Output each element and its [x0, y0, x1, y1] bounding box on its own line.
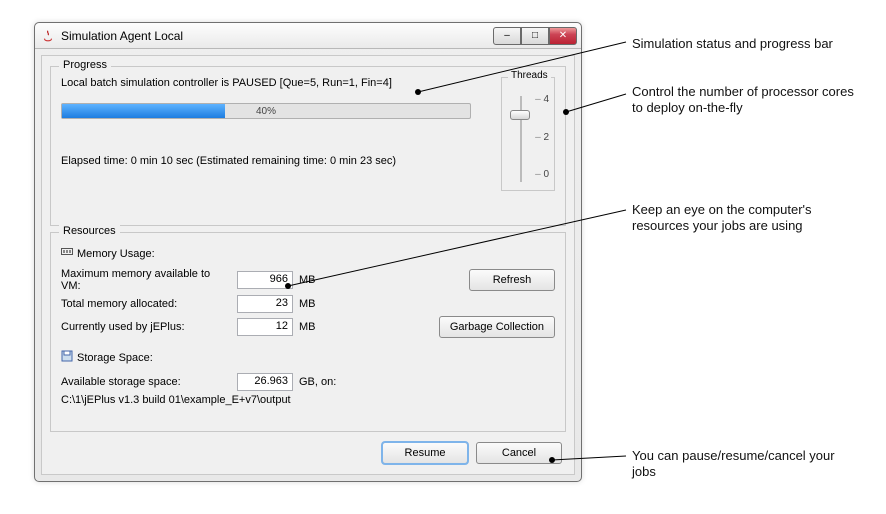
memory-section: Memory Usage:	[61, 247, 555, 260]
window-title: Simulation Agent Local	[61, 29, 493, 43]
memory-icon	[61, 247, 73, 260]
threads-slider[interactable]	[510, 96, 532, 182]
disk-icon	[61, 350, 73, 365]
threads-title: Threads	[508, 70, 551, 81]
storage-section: Storage Space:	[61, 350, 555, 365]
total-alloc-unit: MB	[299, 298, 335, 310]
cancel-button[interactable]: Cancel	[476, 442, 562, 464]
used-value: 12	[237, 318, 293, 336]
progress-group-title: Progress	[59, 59, 111, 71]
memory-label: Memory Usage:	[77, 248, 155, 260]
used-label: Currently used by jEPlus:	[61, 321, 231, 333]
progress-percent: 40%	[62, 104, 470, 118]
window-controls: – □ ✕	[493, 27, 577, 45]
avail-label: Available storage space:	[61, 376, 231, 388]
progress-bar: 40%	[61, 103, 471, 119]
minimize-button[interactable]: –	[493, 27, 521, 45]
callout-a: Simulation status and progress bar	[632, 36, 862, 52]
callout-b: Control the number of processor cores to…	[632, 84, 862, 115]
close-button[interactable]: ✕	[549, 27, 577, 45]
bottom-bar: Resume Cancel	[382, 442, 562, 464]
client-area: Progress Local batch simulation controll…	[41, 55, 575, 475]
elapsed-text: Elapsed time: 0 min 10 sec (Estimated re…	[61, 155, 493, 167]
max-vm-label: Maximum memory available to VM:	[61, 268, 231, 292]
refresh-button[interactable]: Refresh	[469, 269, 555, 291]
threads-group: Threads 4 2 0	[501, 77, 555, 191]
avail-unit: GB, on:	[299, 376, 336, 388]
total-alloc-label: Total memory allocated:	[61, 298, 231, 310]
callout-d: You can pause/resume/cancel your jobs	[632, 448, 862, 479]
total-alloc-value: 23	[237, 295, 293, 313]
titlebar[interactable]: Simulation Agent Local – □ ✕	[35, 23, 581, 49]
callout-c: Keep an eye on the computer's resources …	[632, 202, 862, 233]
app-window: Simulation Agent Local – □ ✕ Progress Lo…	[34, 22, 582, 482]
slider-thumb[interactable]	[510, 110, 530, 120]
maximize-button[interactable]: □	[521, 27, 549, 45]
resume-button[interactable]: Resume	[382, 442, 468, 464]
resources-group-title: Resources	[59, 225, 120, 237]
max-vm-value: 966	[237, 271, 293, 289]
storage-label: Storage Space:	[77, 352, 153, 364]
progress-group: Progress Local batch simulation controll…	[50, 66, 566, 226]
threads-ticks: 4 2 0	[535, 94, 549, 180]
resources-group: Resources Memory Usage: Maximum memory a…	[50, 232, 566, 432]
storage-path: C:\1\jEPlus v1.3 build 01\example_E+v7\o…	[61, 394, 291, 406]
used-unit: MB	[299, 321, 335, 333]
java-icon	[41, 29, 55, 43]
gc-button[interactable]: Garbage Collection	[439, 316, 555, 338]
max-vm-unit: MB	[299, 274, 335, 286]
avail-value: 26.963	[237, 373, 293, 391]
status-text: Local batch simulation controller is PAU…	[61, 77, 493, 89]
